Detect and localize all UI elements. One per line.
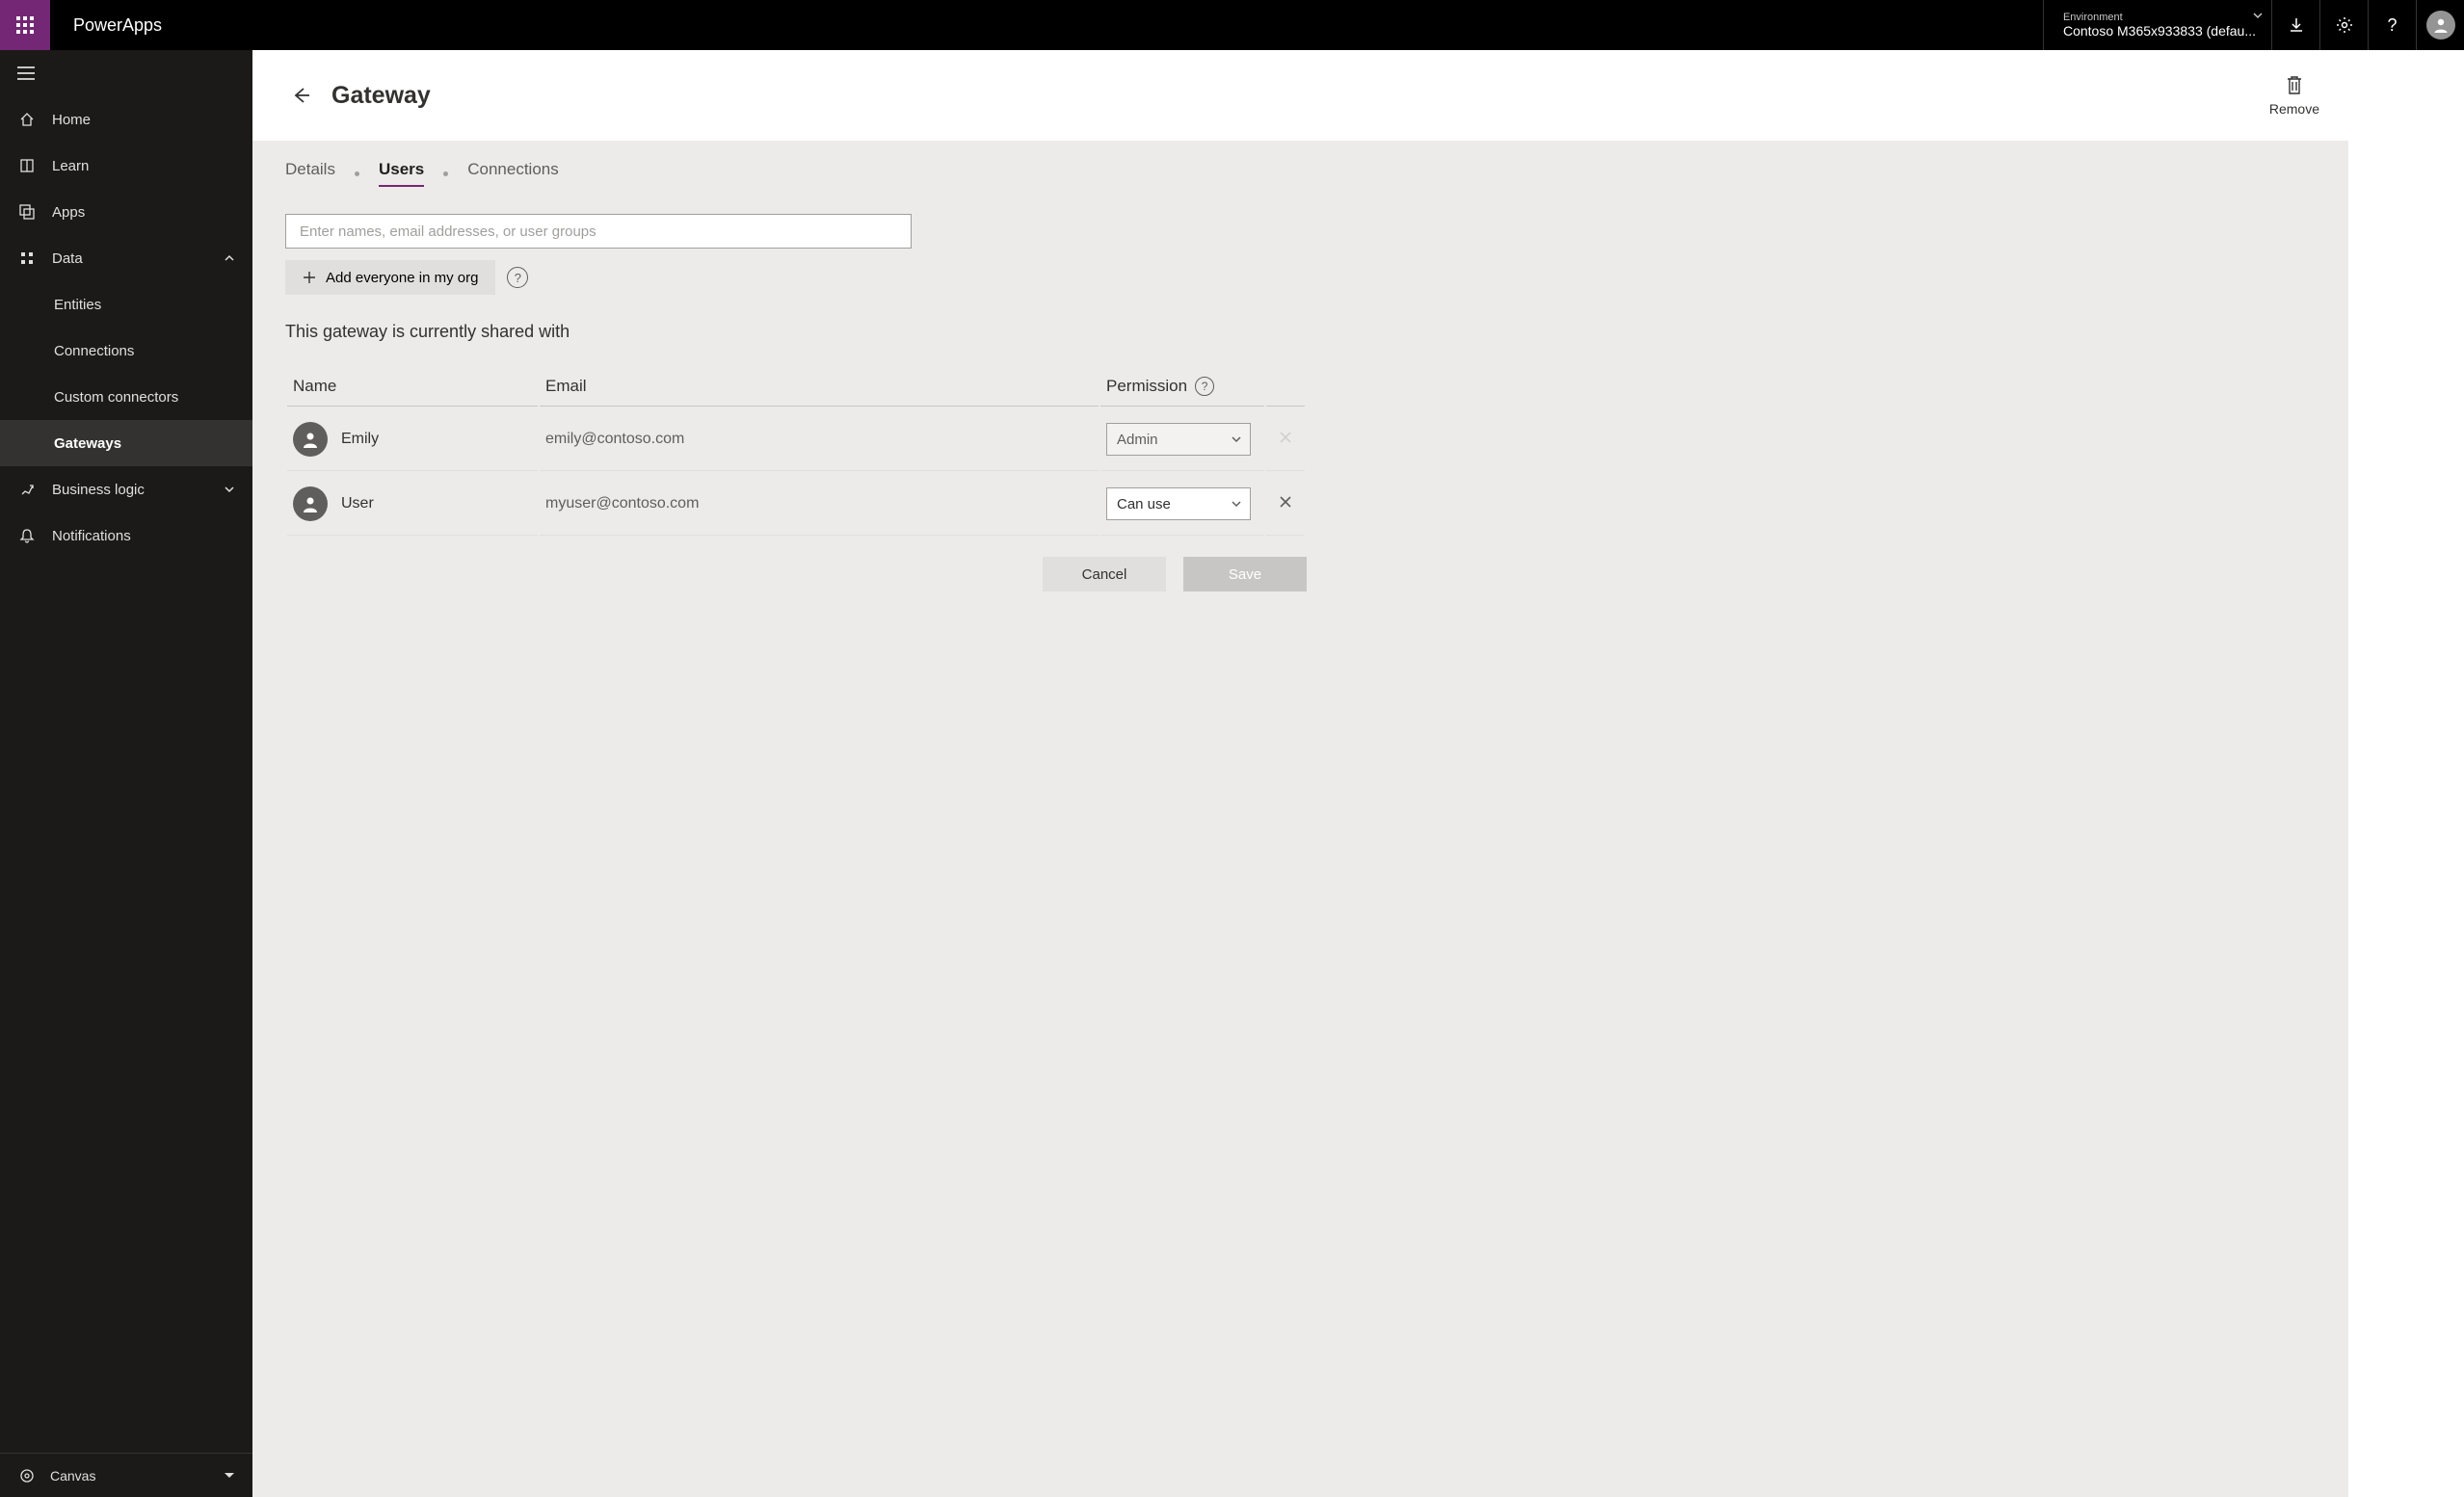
permission-help[interactable]: ?	[1195, 377, 1214, 396]
right-padding	[2348, 50, 2464, 1497]
environment-picker[interactable]: Environment Contoso M365x933833 (defau..…	[2043, 0, 2271, 50]
account-button[interactable]	[2416, 0, 2464, 50]
cancel-button[interactable]: Cancel	[1043, 557, 1166, 591]
brand-label: PowerApps	[50, 0, 185, 50]
sidebar-item-custom-connectors[interactable]: Custom connectors	[0, 374, 252, 420]
sidebar-item-learn[interactable]: Learn	[0, 143, 252, 189]
sidebar: Home Learn Apps Data Entities Connection…	[0, 50, 252, 1497]
flow-icon	[19, 482, 35, 497]
design-mode-label: Canvas	[50, 1468, 95, 1484]
permission-value: Admin	[1117, 432, 1158, 448]
sidebar-item-notifications[interactable]: Notifications	[0, 512, 252, 559]
sidebar-item-label: Notifications	[52, 528, 131, 544]
close-icon	[1279, 495, 1292, 509]
add-everyone-help[interactable]: ?	[507, 267, 528, 288]
design-mode-picker[interactable]: Canvas	[0, 1453, 252, 1497]
sidebar-item-label: Learn	[52, 158, 89, 174]
user-email: myuser@contoso.com	[540, 473, 1099, 536]
remove-user-button	[1279, 432, 1292, 448]
waffle-icon	[16, 16, 34, 34]
user-name: User	[341, 495, 374, 512]
tab-users[interactable]: Users	[379, 160, 424, 187]
sidebar-item-label: Entities	[54, 297, 101, 313]
sidebar-item-label: Home	[52, 112, 91, 128]
column-header-permission: Permission ?	[1100, 367, 1264, 407]
help-button[interactable]: ?	[2368, 0, 2416, 50]
question-icon: ?	[1202, 380, 1208, 393]
table-row: Emily emily@contoso.com Admin	[287, 408, 1305, 471]
user-search-input[interactable]	[285, 214, 912, 249]
sidebar-item-label: Apps	[52, 204, 85, 221]
close-icon	[1279, 431, 1292, 444]
sidebar-item-entities[interactable]: Entities	[0, 281, 252, 328]
permission-value: Can use	[1117, 496, 1171, 512]
top-bar: PowerApps Environment Contoso M365x93383…	[0, 0, 2464, 50]
settings-button[interactable]	[2319, 0, 2368, 50]
tab-separator	[443, 171, 448, 176]
remove-button[interactable]: Remove	[2269, 74, 2319, 117]
sidebar-item-data[interactable]: Data	[0, 235, 252, 281]
add-everyone-label: Add everyone in my org	[326, 270, 478, 286]
user-email: emily@contoso.com	[540, 408, 1099, 471]
sidebar-item-label: Data	[52, 250, 83, 267]
users-table: Name Email Permission ?	[285, 365, 1307, 538]
trash-icon	[2285, 74, 2304, 95]
user-avatar-icon	[293, 422, 328, 457]
table-row: User myuser@contoso.com Can use	[287, 473, 1305, 536]
back-button[interactable]	[281, 76, 320, 115]
remove-user-button[interactable]	[1279, 496, 1292, 512]
question-icon: ?	[515, 271, 521, 285]
avatar-icon	[2426, 11, 2455, 39]
column-header-name: Name	[287, 367, 538, 407]
waffle-button[interactable]	[0, 0, 50, 50]
sidebar-item-gateways[interactable]: Gateways	[0, 420, 252, 466]
sidebar-item-business-logic[interactable]: Business logic	[0, 466, 252, 512]
download-button[interactable]	[2271, 0, 2319, 50]
permission-select: Admin	[1106, 423, 1251, 456]
target-icon	[19, 1468, 35, 1484]
chevron-down-icon	[224, 484, 235, 495]
tab-connections[interactable]: Connections	[467, 160, 559, 187]
sidebar-item-label: Gateways	[54, 435, 121, 452]
bell-icon	[19, 528, 35, 543]
apps-icon	[19, 204, 35, 220]
remove-label: Remove	[2269, 101, 2319, 117]
arrow-left-icon	[290, 85, 311, 106]
sidebar-item-apps[interactable]: Apps	[0, 189, 252, 235]
column-header-email: Email	[540, 367, 1099, 407]
add-everyone-button[interactable]: Add everyone in my org	[285, 260, 495, 295]
permission-header-label: Permission	[1106, 377, 1187, 396]
chevron-down-icon	[1231, 498, 1242, 510]
download-icon	[2288, 16, 2305, 34]
hamburger-icon[interactable]	[17, 66, 35, 80]
chevron-up-icon	[224, 252, 235, 264]
chevron-down-icon	[1231, 433, 1242, 445]
book-icon	[19, 158, 35, 173]
sidebar-item-home[interactable]: Home	[0, 96, 252, 143]
environment-label: Environment	[2063, 12, 2256, 23]
environment-name: Contoso M365x933833 (defau...	[2063, 23, 2256, 39]
tab-details[interactable]: Details	[285, 160, 335, 187]
main-content: Gateway Remove Details Users Connections…	[252, 50, 2348, 1497]
gear-icon	[2336, 16, 2353, 34]
home-icon	[19, 112, 35, 127]
tab-strip: Details Users Connections	[285, 160, 2316, 187]
chevron-down-icon	[2252, 10, 2264, 21]
page-title: Gateway	[331, 82, 431, 110]
plus-icon	[303, 271, 316, 284]
sidebar-item-label: Custom connectors	[54, 389, 178, 406]
shared-with-heading: This gateway is currently shared with	[285, 322, 2316, 342]
tab-separator	[355, 171, 359, 176]
save-button[interactable]: Save	[1183, 557, 1307, 591]
user-avatar-icon	[293, 486, 328, 521]
sidebar-item-connections[interactable]: Connections	[0, 328, 252, 374]
page-header: Gateway Remove	[252, 50, 2348, 141]
user-name: Emily	[341, 431, 379, 448]
permission-select[interactable]: Can use	[1106, 487, 1251, 520]
sidebar-item-label: Connections	[54, 343, 134, 359]
sidebar-item-label: Business logic	[52, 482, 145, 498]
question-icon: ?	[2387, 15, 2397, 36]
caret-down-icon	[224, 1472, 235, 1480]
data-icon	[19, 250, 35, 266]
